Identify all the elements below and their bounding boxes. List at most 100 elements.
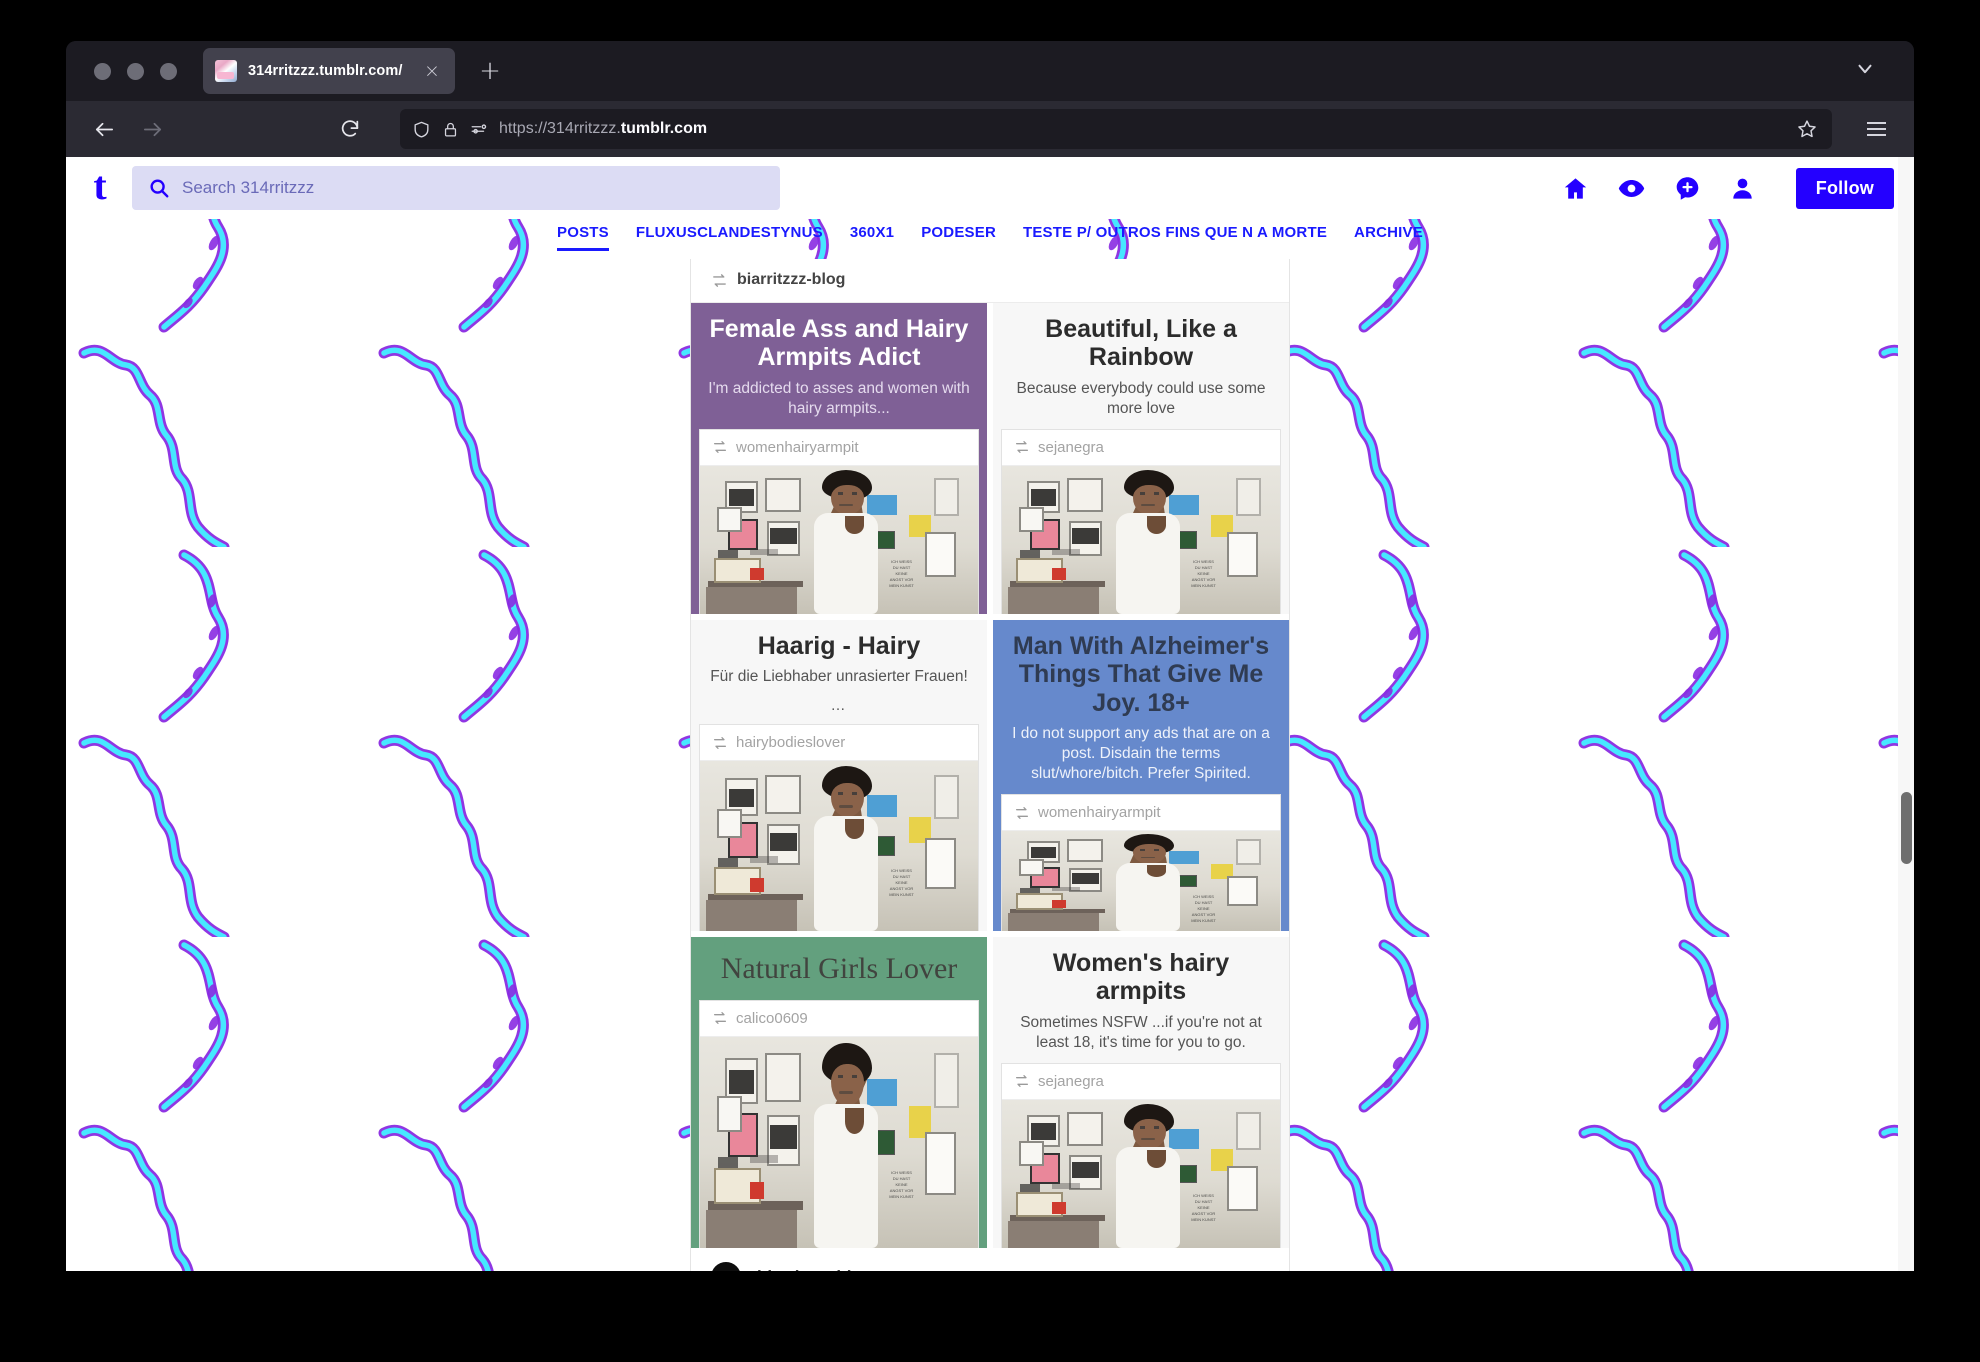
tile-header: Man With Alzheimer's Things That Give Me… — [993, 620, 1289, 784]
tumblr-header-actions — [1562, 174, 1756, 203]
tile-inner-post[interactable]: sejanegra ICH WEISS DU HAST KEINE ANGST VOR… — [1001, 1062, 1281, 1248]
tile-6[interactable]: Women's hairy armpits Sometimes NSFW ...i… — [993, 937, 1289, 1248]
blog-nav-tab-posts[interactable]: POSTS — [557, 224, 609, 251]
tile-inner-blog-name: womenhairyarmpit — [736, 438, 859, 456]
browser-tab-title: 314rritzzz.tumblr.com/ — [248, 63, 403, 79]
page-favicon — [215, 60, 237, 82]
scrollbar-thumb[interactable] — [1901, 791, 1912, 864]
address-bar-url: https://314rritzzz.tumblr.com — [499, 120, 708, 137]
eye-icon[interactable] — [1617, 174, 1646, 203]
search-input[interactable]: Search 314rritzzz — [132, 166, 780, 210]
browser-tab-strip: 314rritzzz.tumblr.com/ × + — [66, 41, 1914, 101]
tile-inner-attribution[interactable]: calico0609 — [700, 1000, 978, 1037]
tile-2[interactable]: Beautiful, Like a Rainbow Because everybo… — [993, 303, 1289, 614]
tile-title: Beautiful, Like a Rainbow — [1045, 315, 1237, 372]
reblog-icon — [712, 1010, 728, 1026]
post-photo: ICH WEISS DU HAST KEINE ANGST VOR MEIN KUNST — [700, 1036, 978, 1248]
browser-menu-button[interactable] — [1856, 109, 1896, 149]
tile-3[interactable]: Haarig - Hairy Für die Liebhaber unrasier… — [691, 620, 987, 931]
tile-inner-blog-name: calico0609 — [736, 1009, 808, 1027]
tile-inner-post[interactable]: womenhairyarmpit ICH WEISS DU HAST KEINE AN… — [1001, 794, 1281, 931]
blog-nav-tabs: POSTS FLUXUSCLANDESTYNUS 360X1 PODESER TESTE… — [66, 219, 1914, 259]
tile-inner-attribution[interactable]: sejanegra — [1002, 1063, 1280, 1100]
account-icon[interactable] — [1729, 175, 1756, 202]
blog-nav-tab-teste-p-outros-fins-que-n-a-morte[interactable]: TESTE P/ OUTROS FINS QUE N A MORTE — [1023, 224, 1327, 248]
tile-5[interactable]: Natural Girls Lover calico0609 ICH WEISS D… — [691, 937, 987, 1248]
compose-icon[interactable] — [1674, 175, 1701, 202]
page-scrollbar[interactable] — [1898, 157, 1914, 1271]
window-traffic-lights — [80, 62, 203, 80]
search-placeholder: Search 314rritzzz — [182, 178, 315, 197]
tile-inner-attribution[interactable]: sejanegra — [1002, 429, 1280, 466]
search-icon — [148, 177, 170, 199]
tumblr-logo[interactable]: t — [84, 166, 116, 206]
post-photo: ICH WEISS DU HAST KEINE ANGST VOR MEIN KUNST — [700, 465, 978, 614]
tile-grid: Female Ass and Hairy Armpits Adict I'm ad… — [691, 303, 1289, 1248]
reblog-icon — [1014, 1073, 1030, 1089]
blog-nav-tab-fluxusclandestynus[interactable]: FLUXUSCLANDESTYNUS — [636, 224, 823, 248]
tile-inner-attribution[interactable]: womenhairyarmpit — [1002, 795, 1280, 832]
new-tab-button[interactable]: + — [475, 58, 505, 84]
blog-nav-tab-podeser[interactable]: PODESER — [921, 224, 996, 248]
minimize-window-button[interactable] — [127, 62, 144, 80]
tile-4[interactable]: Man With Alzheimer's Things That Give Me… — [993, 620, 1289, 931]
reload-button[interactable] — [330, 109, 370, 149]
tile-subtitle: Für die Liebhaber unrasierter Frauen! — [710, 668, 968, 686]
tile-inner-blog-name: sejanegra — [1038, 438, 1104, 456]
blog-nav-tab-360x1[interactable]: 360X1 — [850, 224, 894, 248]
tile-header: Haarig - Hairy Für die Liebhaber unrasier… — [691, 620, 987, 714]
tile-inner-blog-name: sejanegra — [1038, 1072, 1104, 1090]
back-button[interactable] — [84, 109, 124, 149]
close-window-button[interactable] — [94, 62, 111, 80]
tile-truncation-ellipsis: … — [830, 697, 848, 715]
tile-inner-attribution[interactable]: hairybodieslover — [700, 725, 978, 762]
shield-icon[interactable] — [412, 120, 431, 139]
chevron-down-icon[interactable] — [1854, 58, 1876, 85]
tile-1[interactable]: Female Ass and Hairy Armpits Adict I'm ad… — [691, 303, 987, 614]
blog-nav-tab-archive[interactable]: ARCHIVE — [1354, 224, 1423, 248]
tile-subtitle: I'm addicted to asses and women with hai… — [708, 379, 970, 417]
post-photo: ICH WEISS DU HAST KEINE ANGST VOR MEIN KUNST — [1002, 465, 1280, 614]
post-photo: ICH WEISS DU HAST KEINE ANGST VOR MEIN KUNST — [700, 761, 978, 931]
tile-inner-post[interactable]: hairybodieslover ICH WEISS DU HAST KEINE AN… — [699, 724, 979, 931]
post-attribution-name: biarritzzz-blog — [737, 271, 846, 288]
follow-button[interactable]: Follow — [1795, 167, 1894, 209]
tile-inner-attribution[interactable]: womenhairyarmpit — [700, 429, 978, 466]
reblog-icon — [1014, 805, 1030, 821]
tile-title: Women's hairy armpits — [1052, 949, 1230, 1006]
tile-subtitle: I do not support any ads that are on a p… — [1012, 724, 1270, 783]
tile-subtitle: Sometimes NSFW ...if you're not at least… — [1020, 1013, 1262, 1051]
browser-toolbar: https://314rritzzz.tumblr.com — [66, 101, 1914, 157]
tile-subtitle: Because everybody could use some more lo… — [1016, 379, 1266, 417]
home-icon[interactable] — [1562, 175, 1589, 202]
tile-title: Female Ass and Hairy Armpits Adict — [709, 315, 969, 372]
browser-tab[interactable]: 314rritzzz.tumblr.com/ × — [203, 48, 455, 94]
post-footer-name: biarritzzz-blog — [757, 1267, 872, 1271]
bookmark-star-icon[interactable] — [1796, 118, 1818, 140]
post-attribution-top[interactable]: biarritzzz-blog — [691, 259, 1289, 303]
tile-title: Man With Alzheimer's Things That Give Me… — [1012, 632, 1270, 717]
forward-button[interactable] — [132, 109, 172, 149]
permissions-icon[interactable] — [470, 120, 488, 138]
close-tab-icon[interactable]: × — [421, 61, 443, 81]
post-attribution-bottom[interactable]: biarritzzz-blog — [691, 1248, 1289, 1271]
tile-title: Haarig - Hairy — [757, 632, 921, 660]
browser-window: 314rritzzz.tumblr.com/ × + https://314rr… — [66, 41, 1914, 1271]
maximize-window-button[interactable] — [160, 62, 177, 80]
reblog-icon — [711, 272, 728, 289]
reblog-icon — [712, 735, 728, 751]
tile-inner-post[interactable]: sejanegra ICH WEISS DU HAST KEINE ANGST VOR… — [1001, 428, 1281, 614]
tile-inner-post[interactable]: calico0609 ICH WEISS DU HAST KEINE ANGST VO… — [699, 999, 979, 1248]
page-viewport: t Search 314rritzzz Follow POSTS FLUXUSC… — [66, 157, 1914, 1271]
tumblr-header: t Search 314rritzzz Follow — [66, 157, 1914, 219]
tile-inner-post[interactable]: womenhairyarmpit ICH WEISS DU HAST KEINE AN… — [699, 428, 979, 614]
tile-inner-blog-name: hairybodieslover — [736, 734, 846, 752]
tile-header: Women's hairy armpits Sometimes NSFW ...i… — [993, 937, 1289, 1053]
address-bar[interactable]: https://314rritzzz.tumblr.com — [400, 109, 1832, 149]
post-photo: ICH WEISS DU HAST KEINE ANGST VOR MEIN KUNST — [1002, 1099, 1280, 1248]
lock-icon[interactable] — [442, 121, 459, 138]
avatar — [711, 1262, 741, 1271]
post-photo: ICH WEISS DU HAST KEINE ANGST VOR MEIN KUNST — [1002, 831, 1280, 931]
tile-header: Female Ass and Hairy Armpits Adict I'm ad… — [691, 303, 987, 419]
tile-inner-blog-name: womenhairyarmpit — [1038, 804, 1161, 822]
